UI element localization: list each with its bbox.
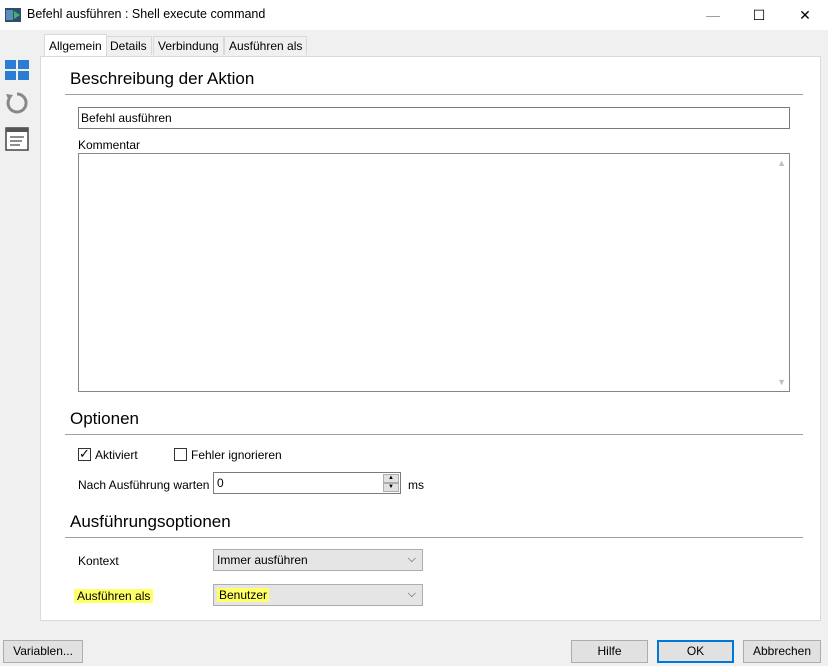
app-icon <box>5 8 21 22</box>
comment-label: Kommentar <box>78 138 141 152</box>
layout-icon[interactable] <box>4 58 30 84</box>
run-as-label-text: Ausführen als <box>74 589 154 603</box>
wait-label: Nach Ausführung warten <box>78 478 210 492</box>
window-title: Befehl ausführen : Shell execute command <box>27 7 266 21</box>
ignore-errors-checkbox[interactable] <box>174 448 187 461</box>
stepper-up-icon[interactable]: ▲ <box>383 474 399 483</box>
action-name-value: Befehl ausführen <box>81 111 172 125</box>
context-value: Immer ausführen <box>217 553 308 567</box>
wait-value: 0 <box>217 476 224 490</box>
section-divider <box>65 537 803 538</box>
cancel-button[interactable]: Abbrechen <box>743 640 821 663</box>
enabled-checkbox[interactable]: ✓ <box>78 446 91 461</box>
options-heading: Optionen <box>70 409 139 428</box>
stepper-arrows: ▲ ▼ <box>383 474 399 492</box>
tab-allgemein[interactable]: Allgemein <box>44 34 107 56</box>
variables-button[interactable]: Variablen... <box>3 640 83 663</box>
left-toolbar <box>0 30 36 626</box>
execution-heading: Ausführungsoptionen <box>70 512 231 531</box>
wait-stepper[interactable]: 0 ▲ ▼ <box>213 472 401 494</box>
chevron-down-icon: ⌵ <box>407 588 416 600</box>
context-dropdown[interactable]: Immer ausführen ⌵ <box>213 549 423 571</box>
enabled-label: Aktiviert <box>95 448 138 462</box>
tab-verbindung[interactable]: Verbindung <box>153 36 224 55</box>
ignore-errors-label: Fehler ignorieren <box>191 448 282 462</box>
scroll-up-icon[interactable]: ▲ <box>777 158 786 168</box>
ok-button[interactable]: OK <box>657 640 734 663</box>
run-as-value: Benutzer <box>217 588 270 602</box>
chevron-down-icon: ⌵ <box>407 553 416 565</box>
wait-unit-label: ms <box>408 478 424 492</box>
section-divider <box>65 434 803 435</box>
comment-textarea[interactable]: ▲ ▼ <box>78 153 790 392</box>
notes-icon[interactable] <box>4 126 30 152</box>
maximize-button[interactable]: ☐ <box>736 0 782 30</box>
checkmark-icon: ✓ <box>79 446 90 461</box>
tab-ausfuehren-als[interactable]: Ausführen als <box>224 36 308 55</box>
description-heading: Beschreibung der Aktion <box>70 69 255 88</box>
tab-details[interactable]: Details <box>105 36 152 55</box>
run-as-label: Ausführen als <box>74 589 154 603</box>
help-button[interactable]: Hilfe <box>571 640 648 663</box>
minimize-button[interactable]: — <box>690 0 736 30</box>
footer-bar: Variablen... Hilfe OK Abbrechen <box>0 626 828 666</box>
title-bar: Befehl ausführen : Shell execute command… <box>0 0 828 30</box>
context-label: Kontext <box>78 554 119 568</box>
section-divider <box>65 94 803 95</box>
run-as-dropdown[interactable]: Benutzer ⌵ <box>213 584 423 606</box>
action-name-input[interactable]: Befehl ausführen <box>78 107 790 129</box>
scroll-down-icon[interactable]: ▼ <box>777 377 786 387</box>
close-button[interactable]: ✕ <box>782 0 828 30</box>
general-panel: Beschreibung der Aktion Befehl ausführen… <box>40 56 821 621</box>
stepper-down-icon[interactable]: ▼ <box>383 483 399 492</box>
refresh-icon[interactable] <box>4 90 30 116</box>
run-as-value-text: Benutzer <box>217 588 270 602</box>
